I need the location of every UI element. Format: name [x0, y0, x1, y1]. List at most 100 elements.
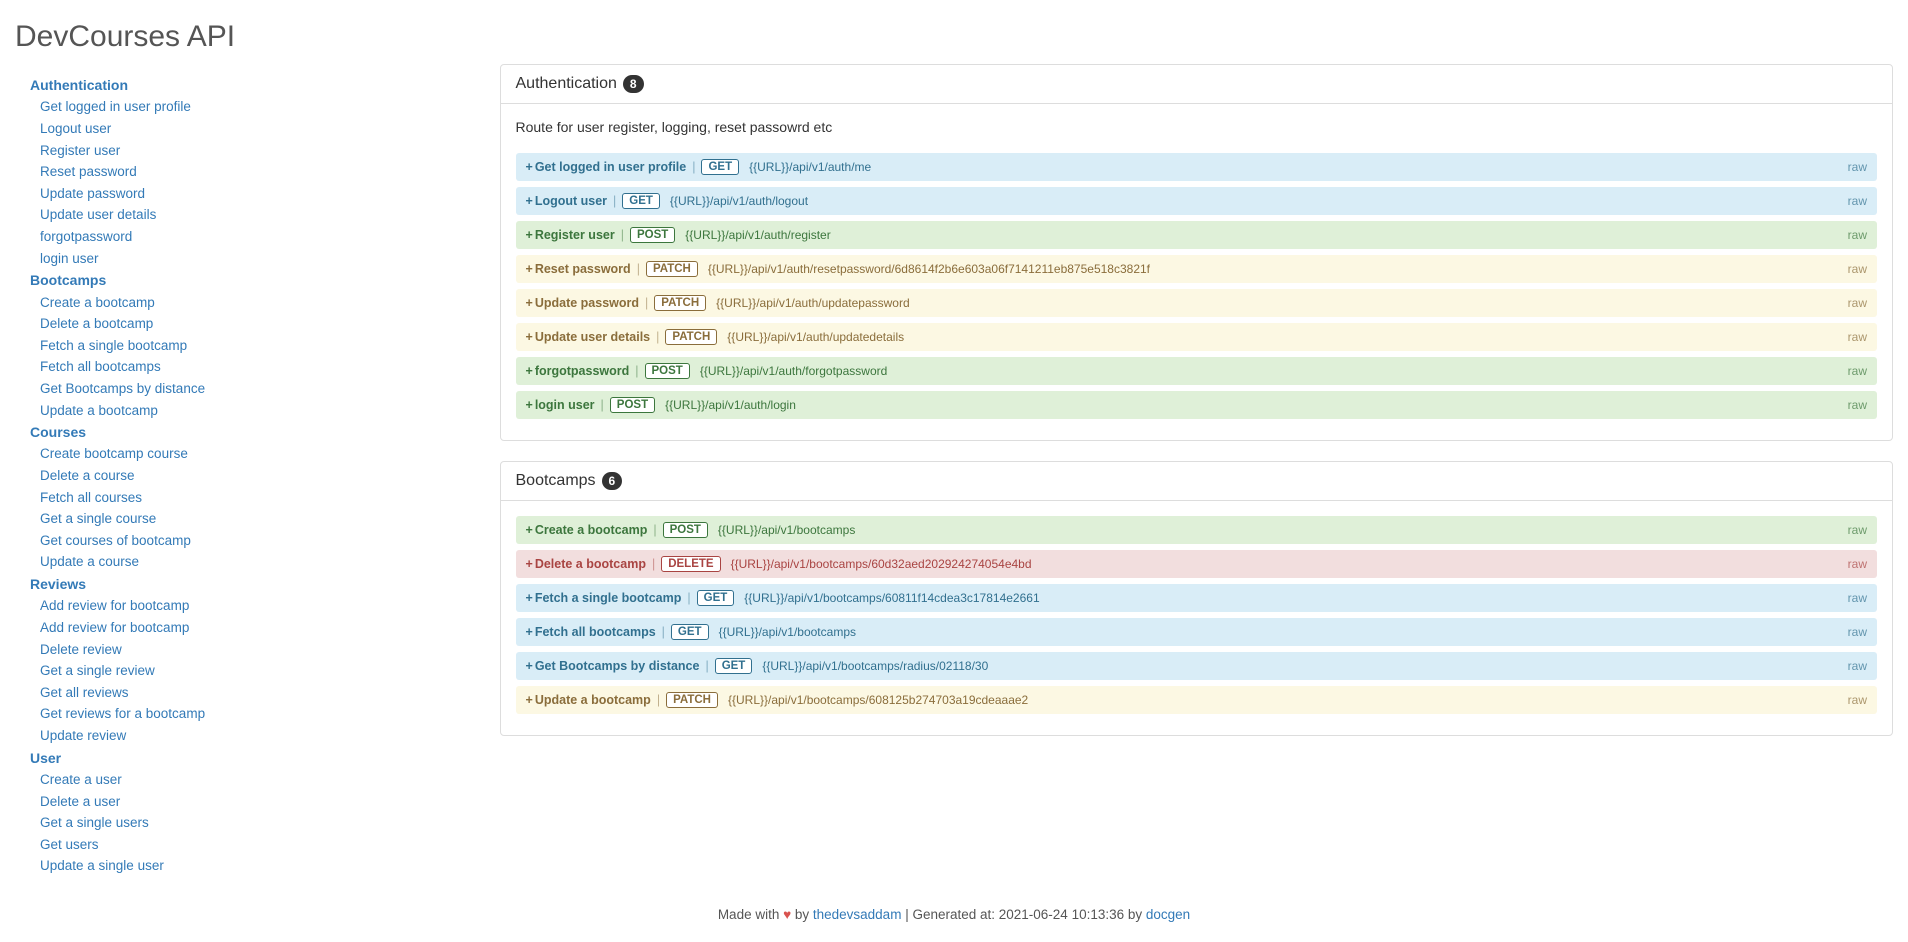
request-name[interactable]: Reset password	[535, 262, 631, 276]
sidebar-item[interactable]: Add review for bootcamp	[40, 595, 485, 617]
expand-toggle[interactable]: +	[526, 296, 533, 310]
sidebar-item[interactable]: Delete a course	[40, 465, 485, 487]
raw-link[interactable]: raw	[1848, 398, 1867, 412]
footer-tool-link[interactable]: docgen	[1146, 907, 1190, 922]
request-name[interactable]: login user	[535, 398, 595, 412]
method-badge: GET	[701, 159, 739, 175]
expand-toggle[interactable]: +	[526, 364, 533, 378]
expand-toggle[interactable]: +	[526, 625, 533, 639]
request-name[interactable]: Update user details	[535, 330, 650, 344]
sidebar-item[interactable]: Update password	[40, 183, 485, 205]
raw-link[interactable]: raw	[1848, 557, 1867, 571]
sidebar-item[interactable]: Fetch a single bootcamp	[40, 335, 485, 357]
request-row[interactable]: +login user|POST{{URL}}/api/v1/auth/logi…	[516, 391, 1878, 419]
expand-toggle[interactable]: +	[526, 262, 533, 276]
sidebar-item[interactable]: login user	[40, 248, 485, 270]
sidebar-item[interactable]: Update a course	[40, 551, 485, 573]
request-row[interactable]: +Logout user|GET{{URL}}/api/v1/auth/logo…	[516, 187, 1878, 215]
sidebar-item[interactable]: Reset password	[40, 161, 485, 183]
sidebar-item[interactable]: Add review for bootcamp	[40, 617, 485, 639]
sidebar-item[interactable]: Get a single review	[40, 660, 485, 682]
raw-link[interactable]: raw	[1848, 693, 1867, 707]
request-row[interactable]: +Update user details|PATCH{{URL}}/api/v1…	[516, 323, 1878, 351]
separator: |	[705, 659, 708, 673]
sidebar-item[interactable]: Fetch all courses	[40, 487, 485, 509]
sidebar-item[interactable]: Get a single course	[40, 508, 485, 530]
request-row[interactable]: +Get Bootcamps by distance|GET{{URL}}/ap…	[516, 652, 1878, 680]
request-row[interactable]: +Create a bootcamp|POST{{URL}}/api/v1/bo…	[516, 516, 1878, 544]
sidebar-item[interactable]: Create bootcamp course	[40, 443, 485, 465]
raw-link[interactable]: raw	[1848, 228, 1867, 242]
sidebar-item[interactable]: Logout user	[40, 118, 485, 140]
expand-toggle[interactable]: +	[526, 693, 533, 707]
request-url: {{URL}}/api/v1/auth/updatepassword	[716, 296, 909, 310]
footer-author-link[interactable]: thedevsaddam	[813, 907, 902, 922]
expand-toggle[interactable]: +	[526, 160, 533, 174]
expand-toggle[interactable]: +	[526, 523, 533, 537]
request-row[interactable]: +Get logged in user profile|GET{{URL}}/a…	[516, 153, 1878, 181]
raw-link[interactable]: raw	[1848, 262, 1867, 276]
request-name[interactable]: Update a bootcamp	[535, 693, 651, 707]
request-row[interactable]: +Reset password|PATCH{{URL}}/api/v1/auth…	[516, 255, 1878, 283]
request-row[interactable]: +Fetch all bootcamps|GET{{URL}}/api/v1/b…	[516, 618, 1878, 646]
request-name[interactable]: Create a bootcamp	[535, 523, 648, 537]
request-row[interactable]: +Fetch a single bootcamp|GET{{URL}}/api/…	[516, 584, 1878, 612]
main-content: Authentication8Route for user register, …	[485, 64, 1894, 897]
request-row[interactable]: +Update a bootcamp|PATCH{{URL}}/api/v1/b…	[516, 686, 1878, 714]
raw-link[interactable]: raw	[1848, 364, 1867, 378]
sidebar-item[interactable]: Update review	[40, 725, 485, 747]
sidebar-item[interactable]: Fetch all bootcamps	[40, 356, 485, 378]
request-name[interactable]: Fetch a single bootcamp	[535, 591, 682, 605]
sidebar-section-reviews[interactable]: Reviews	[30, 573, 485, 595]
sidebar-item[interactable]: Delete a bootcamp	[40, 313, 485, 335]
sidebar-item[interactable]: Create a user	[40, 769, 485, 791]
request-name[interactable]: Register user	[535, 228, 615, 242]
expand-toggle[interactable]: +	[526, 398, 533, 412]
raw-link[interactable]: raw	[1848, 591, 1867, 605]
sidebar-item[interactable]: Update user details	[40, 204, 485, 226]
request-name[interactable]: Get logged in user profile	[535, 160, 686, 174]
expand-toggle[interactable]: +	[526, 591, 533, 605]
request-name[interactable]: Fetch all bootcamps	[535, 625, 656, 639]
raw-link[interactable]: raw	[1848, 625, 1867, 639]
sidebar-item[interactable]: Delete a user	[40, 791, 485, 813]
request-row[interactable]: +Delete a bootcamp|DELETE{{URL}}/api/v1/…	[516, 550, 1878, 578]
sidebar-item[interactable]: forgotpassword	[40, 226, 485, 248]
expand-toggle[interactable]: +	[526, 557, 533, 571]
sidebar-section-auth[interactable]: Authentication	[30, 74, 485, 96]
sidebar-section-bootcamps[interactable]: Bootcamps	[30, 269, 485, 291]
sidebar-item[interactable]: Get Bootcamps by distance	[40, 378, 485, 400]
sidebar-item[interactable]: Get courses of bootcamp	[40, 530, 485, 552]
raw-link[interactable]: raw	[1848, 523, 1867, 537]
request-name[interactable]: Delete a bootcamp	[535, 557, 646, 571]
expand-toggle[interactable]: +	[526, 330, 533, 344]
raw-link[interactable]: raw	[1848, 330, 1867, 344]
request-name[interactable]: forgotpassword	[535, 364, 629, 378]
sidebar-item[interactable]: Get a single users	[40, 812, 485, 834]
request-name[interactable]: Logout user	[535, 194, 607, 208]
sidebar-item[interactable]: Get reviews for a bootcamp	[40, 703, 485, 725]
sidebar-section-user[interactable]: User	[30, 747, 485, 769]
expand-toggle[interactable]: +	[526, 194, 533, 208]
raw-link[interactable]: raw	[1848, 160, 1867, 174]
sidebar-item[interactable]: Register user	[40, 140, 485, 162]
raw-link[interactable]: raw	[1848, 194, 1867, 208]
request-row[interactable]: +Update password|PATCH{{URL}}/api/v1/aut…	[516, 289, 1878, 317]
sidebar-item[interactable]: Update a bootcamp	[40, 400, 485, 422]
sidebar-item[interactable]: Get all reviews	[40, 682, 485, 704]
sidebar-item[interactable]: Update a single user	[40, 855, 485, 877]
sidebar-section-courses[interactable]: Courses	[30, 421, 485, 443]
request-row[interactable]: +Register user|POST{{URL}}/api/v1/auth/r…	[516, 221, 1878, 249]
sidebar-item[interactable]: Get logged in user profile	[40, 96, 485, 118]
sidebar-item[interactable]: Get users	[40, 834, 485, 856]
raw-link[interactable]: raw	[1848, 659, 1867, 673]
expand-toggle[interactable]: +	[526, 659, 533, 673]
sidebar-item[interactable]: Create a bootcamp	[40, 292, 485, 314]
sidebar-item[interactable]: Delete review	[40, 639, 485, 661]
raw-link[interactable]: raw	[1848, 296, 1867, 310]
expand-toggle[interactable]: +	[526, 228, 533, 242]
request-url: {{URL}}/api/v1/auth/logout	[670, 194, 808, 208]
request-name[interactable]: Update password	[535, 296, 639, 310]
request-name[interactable]: Get Bootcamps by distance	[535, 659, 700, 673]
request-row[interactable]: +forgotpassword|POST{{URL}}/api/v1/auth/…	[516, 357, 1878, 385]
